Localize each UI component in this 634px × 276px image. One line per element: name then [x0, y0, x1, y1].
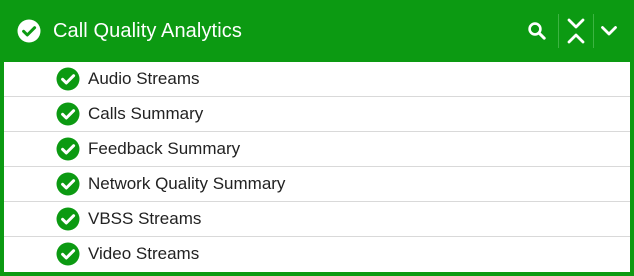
list-item-label: Network Quality Summary	[88, 174, 286, 193]
check-circle-icon	[56, 102, 80, 126]
check-circle-icon	[56, 242, 80, 266]
list-item[interactable]: Audio Streams	[4, 62, 630, 97]
list-item[interactable]: Feedback Summary	[4, 132, 630, 167]
panel-header[interactable]: Call Quality Analytics	[0, 0, 634, 62]
list-item[interactable]: Network Quality Summary	[4, 167, 630, 202]
check-circle-icon	[56, 137, 80, 161]
list-item-label: Calls Summary	[88, 104, 204, 123]
panel-title: Call Quality Analytics	[53, 20, 242, 42]
toolbar-divider	[593, 14, 594, 48]
expand-panel-button[interactable]	[596, 16, 622, 46]
check-circle-icon	[17, 19, 41, 43]
call-quality-analytics-panel: Call Quality Analytics Audio Streams Cal…	[0, 0, 634, 276]
chevron-down-icon	[601, 26, 617, 36]
report-list: Audio Streams Calls Summary Feedback Sum…	[4, 62, 630, 272]
list-item[interactable]: VBSS Streams	[4, 202, 630, 237]
check-circle-icon	[56, 207, 80, 231]
list-item[interactable]: Video Streams	[4, 237, 630, 272]
list-item-label: Video Streams	[88, 244, 200, 263]
search-button[interactable]	[523, 16, 551, 46]
search-icon	[528, 22, 546, 40]
list-item-label: Audio Streams	[88, 69, 200, 88]
check-circle-icon	[56, 67, 80, 91]
collapse-all-icon	[567, 18, 585, 44]
list-item-label: VBSS Streams	[88, 209, 202, 228]
list-item[interactable]: Calls Summary	[4, 97, 630, 132]
collapse-all-button[interactable]	[562, 16, 590, 46]
list-item-label: Feedback Summary	[88, 139, 241, 158]
toolbar-divider	[558, 14, 559, 48]
check-circle-icon	[56, 172, 80, 196]
